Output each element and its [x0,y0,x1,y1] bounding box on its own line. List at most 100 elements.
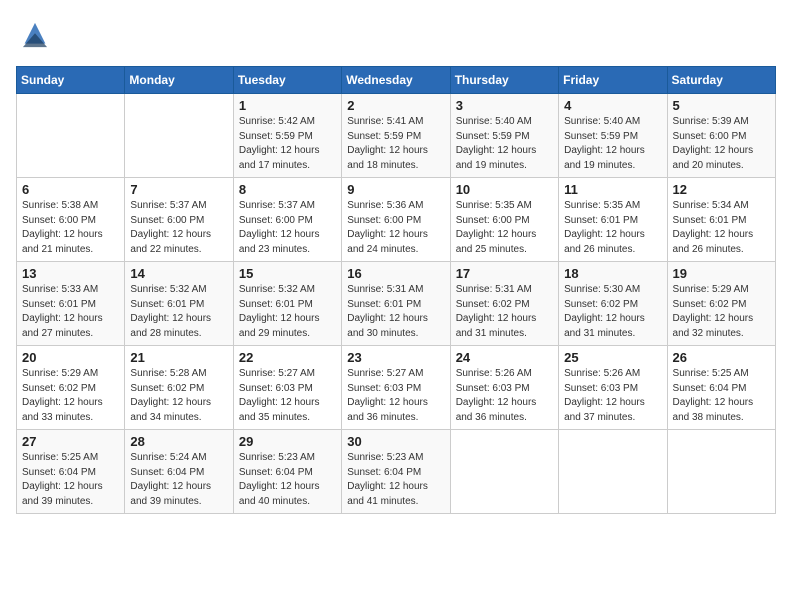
logo [16,16,60,54]
calendar-cell: 29Sunrise: 5:23 AM Sunset: 6:04 PM Dayli… [233,430,341,514]
day-info: Sunrise: 5:41 AM Sunset: 5:59 PM Dayligh… [347,115,444,173]
day-number: 1 [239,98,336,113]
calendar-cell: 2 Sunrise: 5:41 AM Sunset: 5:59 PM Daylig… [342,94,450,178]
calendar-cell: 26 Sunrise: 5:25 AM Sunset: 6:04 PM Dayli… [667,346,775,430]
calendar-cell: 28 Sunrise: 5:24 AM Sunset: 6:04 PM Dayli… [125,430,233,514]
calendar-cell: 20 Sunrise: 5:29 AM Sunset: 6:02 PM Dayli… [17,346,125,430]
day-info: Sunrise: 5:35 AM Sunset: 6:01 PM Dayligh… [564,199,661,257]
day-number: 5 [673,98,770,113]
day-number: 18 [564,266,661,281]
calendar-week-row: 6 Sunrise: 5:38 AM Sunset: 6:00 PM Daylig… [17,178,776,262]
calendar-cell [17,94,125,178]
day-info: Sunrise: 5:23 AM Sunset: 6:04 PM Dayligh… [347,451,444,509]
calendar-header-row: SundayMondayTuesdayWednesdayThursdayFrid… [17,67,776,94]
day-number: 14 [130,266,227,281]
calendar-cell: 17Sunrise: 5:31 AM Sunset: 6:02 PM Dayli… [450,262,558,346]
day-info: Sunrise: 5:40 AM Sunset: 5:59 PM Dayligh… [456,115,553,173]
calendar-week-row: 13 Sunrise: 5:33 AM Sunset: 6:01 PM Dayli… [17,262,776,346]
column-header-sunday: Sunday [17,67,125,94]
day-info: Sunrise: 5:32 AM Sunset: 6:01 PM Dayligh… [130,283,227,341]
day-info: Sunrise: 5:36 AM Sunset: 6:00 PM Dayligh… [347,199,444,257]
day-number: 21 [130,350,227,365]
page-header [16,16,776,54]
day-info: Sunrise: 5:30 AM Sunset: 6:02 PM Dayligh… [564,283,661,341]
day-info: Sunrise: 5:37 AM Sunset: 6:00 PM Dayligh… [130,199,227,257]
calendar-cell [667,430,775,514]
day-number: 7 [130,182,227,197]
calendar-cell: 5Sunrise: 5:39 AM Sunset: 6:00 PM Daylig… [667,94,775,178]
day-number: 11 [564,182,661,197]
day-number: 25 [564,350,661,365]
calendar-cell: 18 Sunrise: 5:30 AM Sunset: 6:02 PM Dayli… [559,262,667,346]
day-info: Sunrise: 5:24 AM Sunset: 6:04 PM Dayligh… [130,451,227,509]
calendar-cell: 13 Sunrise: 5:33 AM Sunset: 6:01 PM Dayli… [17,262,125,346]
day-info: Sunrise: 5:25 AM Sunset: 6:04 PM Dayligh… [22,451,119,509]
day-number: 28 [130,434,227,449]
day-number: 13 [22,266,119,281]
calendar-cell: 23 Sunrise: 5:27 AM Sunset: 6:03 PM Dayli… [342,346,450,430]
day-info: Sunrise: 5:29 AM Sunset: 6:02 PM Dayligh… [22,367,119,425]
day-number: 8 [239,182,336,197]
day-number: 6 [22,182,119,197]
calendar-week-row: 27Sunrise: 5:25 AM Sunset: 6:04 PM Dayli… [17,430,776,514]
column-header-thursday: Thursday [450,67,558,94]
calendar-cell: 14 Sunrise: 5:32 AM Sunset: 6:01 PM Dayli… [125,262,233,346]
day-info: Sunrise: 5:38 AM Sunset: 6:00 PM Dayligh… [22,199,119,257]
calendar-week-row: 1 Sunrise: 5:42 AM Sunset: 5:59 PM Daylig… [17,94,776,178]
calendar-cell: 10 Sunrise: 5:35 AM Sunset: 6:00 PM Dayli… [450,178,558,262]
column-header-tuesday: Tuesday [233,67,341,94]
day-number: 9 [347,182,444,197]
calendar-cell: 3 Sunrise: 5:40 AM Sunset: 5:59 PM Daylig… [450,94,558,178]
calendar-cell: 27Sunrise: 5:25 AM Sunset: 6:04 PM Dayli… [17,430,125,514]
day-number: 29 [239,434,336,449]
day-number: 12 [673,182,770,197]
day-info: Sunrise: 5:35 AM Sunset: 6:00 PM Dayligh… [456,199,553,257]
calendar-cell: 22 Sunrise: 5:27 AM Sunset: 6:03 PM Dayli… [233,346,341,430]
day-info: Sunrise: 5:40 AM Sunset: 5:59 PM Dayligh… [564,115,661,173]
day-info: Sunrise: 5:28 AM Sunset: 6:02 PM Dayligh… [130,367,227,425]
day-number: 19 [673,266,770,281]
calendar-cell: 30 Sunrise: 5:23 AM Sunset: 6:04 PM Dayli… [342,430,450,514]
calendar-cell: 24 Sunrise: 5:26 AM Sunset: 6:03 PM Dayli… [450,346,558,430]
column-header-friday: Friday [559,67,667,94]
column-header-monday: Monday [125,67,233,94]
day-info: Sunrise: 5:27 AM Sunset: 6:03 PM Dayligh… [239,367,336,425]
calendar-cell: 12 Sunrise: 5:34 AM Sunset: 6:01 PM Dayli… [667,178,775,262]
calendar-table: SundayMondayTuesdayWednesdayThursdayFrid… [16,66,776,514]
calendar-cell: 7 Sunrise: 5:37 AM Sunset: 6:00 PM Daylig… [125,178,233,262]
day-number: 22 [239,350,336,365]
calendar-cell [559,430,667,514]
day-info: Sunrise: 5:42 AM Sunset: 5:59 PM Dayligh… [239,115,336,173]
day-info: Sunrise: 5:33 AM Sunset: 6:01 PM Dayligh… [22,283,119,341]
day-info: Sunrise: 5:25 AM Sunset: 6:04 PM Dayligh… [673,367,770,425]
day-info: Sunrise: 5:34 AM Sunset: 6:01 PM Dayligh… [673,199,770,257]
day-number: 2 [347,98,444,113]
day-number: 10 [456,182,553,197]
day-info: Sunrise: 5:31 AM Sunset: 6:01 PM Dayligh… [347,283,444,341]
day-number: 23 [347,350,444,365]
calendar-cell: 15 Sunrise: 5:32 AM Sunset: 6:01 PM Dayli… [233,262,341,346]
day-info: Sunrise: 5:29 AM Sunset: 6:02 PM Dayligh… [673,283,770,341]
day-number: 30 [347,434,444,449]
calendar-cell: 11 Sunrise: 5:35 AM Sunset: 6:01 PM Dayli… [559,178,667,262]
calendar-cell [125,94,233,178]
day-number: 20 [22,350,119,365]
day-number: 3 [456,98,553,113]
day-number: 16 [347,266,444,281]
calendar-week-row: 20 Sunrise: 5:29 AM Sunset: 6:02 PM Dayli… [17,346,776,430]
day-info: Sunrise: 5:37 AM Sunset: 6:00 PM Dayligh… [239,199,336,257]
calendar-cell: 21 Sunrise: 5:28 AM Sunset: 6:02 PM Dayli… [125,346,233,430]
day-info: Sunrise: 5:32 AM Sunset: 6:01 PM Dayligh… [239,283,336,341]
day-number: 15 [239,266,336,281]
day-info: Sunrise: 5:26 AM Sunset: 6:03 PM Dayligh… [564,367,661,425]
calendar-cell: 16 Sunrise: 5:31 AM Sunset: 6:01 PM Dayli… [342,262,450,346]
day-info: Sunrise: 5:26 AM Sunset: 6:03 PM Dayligh… [456,367,553,425]
calendar-cell: 8 Sunrise: 5:37 AM Sunset: 6:00 PM Daylig… [233,178,341,262]
day-number: 24 [456,350,553,365]
calendar-cell [450,430,558,514]
day-number: 26 [673,350,770,365]
calendar-cell: 4Sunrise: 5:40 AM Sunset: 5:59 PM Daylig… [559,94,667,178]
logo-icon [16,16,54,54]
column-header-wednesday: Wednesday [342,67,450,94]
day-info: Sunrise: 5:27 AM Sunset: 6:03 PM Dayligh… [347,367,444,425]
